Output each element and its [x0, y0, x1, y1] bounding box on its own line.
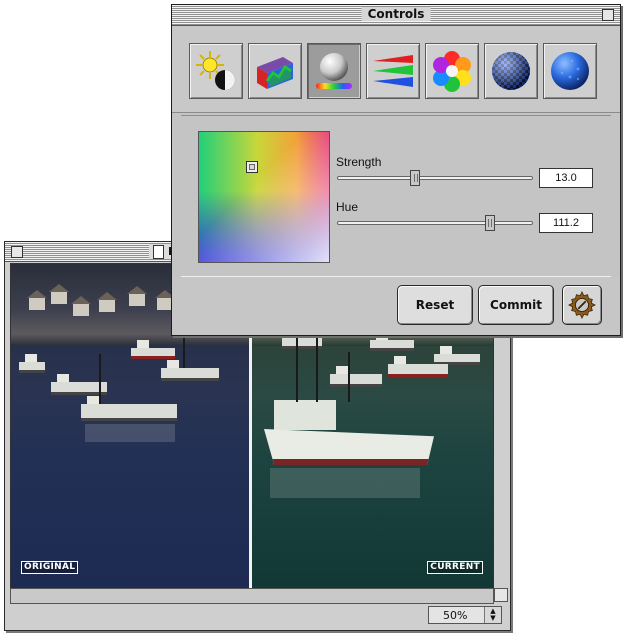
- tool-pattern[interactable]: [484, 43, 538, 99]
- zoom-value: 50%: [443, 608, 468, 622]
- mast: [296, 336, 298, 402]
- tool-levels[interactable]: [248, 43, 302, 99]
- 3d-graph-icon: [257, 57, 293, 89]
- strength-slider-track[interactable]: [337, 176, 533, 180]
- controls-window: Controls Strength 13.0 Hue 111.2 Reset C…: [171, 4, 621, 336]
- textured-sphere-icon: [551, 52, 589, 90]
- house: [97, 292, 117, 312]
- gear-icon: [568, 291, 596, 319]
- reflection: [270, 468, 420, 498]
- mast: [99, 354, 101, 404]
- tool-brightness[interactable]: [189, 43, 243, 99]
- button-bar: Reset Commit: [172, 277, 620, 334]
- house: [49, 284, 69, 304]
- strength-value-field[interactable]: 13.0: [539, 168, 593, 188]
- horizontal-scrollbar[interactable]: [10, 588, 494, 604]
- color-wheel-icon: [433, 51, 471, 92]
- scrollbar-corner: [494, 588, 508, 602]
- hue-slider-thumb[interactable]: [484, 215, 495, 231]
- boat: [161, 360, 219, 381]
- controls-title: Controls: [361, 7, 431, 21]
- mast: [348, 352, 350, 402]
- boat: [388, 356, 448, 377]
- trawler-cabin: [274, 400, 336, 430]
- color-picker-handle[interactable]: [246, 161, 258, 173]
- tool-hue-wheel[interactable]: [425, 43, 479, 99]
- strength-slider-thumb[interactable]: [410, 170, 421, 186]
- current-label: CURRENT: [427, 561, 483, 574]
- boat: [330, 366, 382, 387]
- hue-label: Hue: [336, 200, 359, 214]
- status-bar: 50% ▲ ▼: [5, 604, 510, 628]
- color-picker-square[interactable]: [198, 131, 330, 263]
- tool-texture[interactable]: [543, 43, 597, 99]
- tool-color-balance[interactable]: [307, 43, 361, 99]
- color-channels-icon: [373, 55, 413, 87]
- stepper-arrows-icon[interactable]: ▲ ▼: [484, 607, 501, 623]
- zoom-box[interactable]: [602, 9, 614, 21]
- boat: [19, 354, 45, 373]
- house: [27, 290, 47, 310]
- original-label: ORIGINAL: [21, 561, 79, 574]
- boat: [370, 332, 414, 351]
- commit-button[interactable]: Commit: [478, 285, 554, 325]
- gear-apply-button[interactable]: [562, 285, 602, 325]
- strength-label: Strength: [336, 155, 382, 169]
- controls-title-bar[interactable]: Controls: [172, 5, 620, 26]
- reflection: [85, 424, 175, 442]
- tool-channels[interactable]: [366, 43, 420, 99]
- trawler-boat: [264, 429, 434, 465]
- sphere-spectrum-icon: [316, 53, 352, 89]
- boat: [131, 340, 175, 359]
- tool-palette: [172, 26, 620, 113]
- adjustment-panel: Strength 13.0 Hue 111.2: [181, 115, 611, 277]
- checker-sphere-icon: [492, 52, 530, 90]
- zoom-select[interactable]: 50% ▲ ▼: [428, 606, 502, 624]
- hue-value-field[interactable]: 111.2: [539, 213, 593, 233]
- house: [127, 286, 147, 306]
- house: [71, 296, 91, 316]
- document-icon: [153, 244, 164, 259]
- hue-slider-track[interactable]: [337, 221, 533, 225]
- sun-brightness-icon: [196, 51, 235, 90]
- reset-button[interactable]: Reset: [397, 285, 473, 325]
- boat: [81, 396, 177, 421]
- close-box[interactable]: [11, 246, 23, 258]
